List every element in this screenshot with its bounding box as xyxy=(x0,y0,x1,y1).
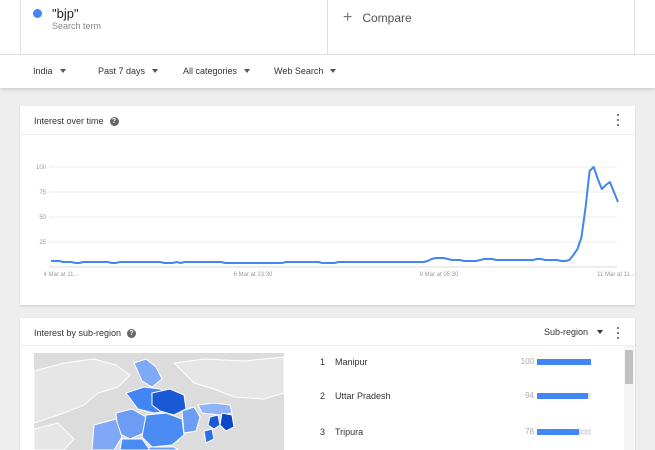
list-item[interactable]: 1 Manipur 100 xyxy=(320,357,620,385)
caret-down-icon xyxy=(330,69,337,73)
list-item[interactable]: 2 Uttar Pradesh 94 xyxy=(320,391,620,419)
compare-label: Compare xyxy=(362,11,412,25)
interest-over-time-header: Interest over time ? xyxy=(34,116,119,126)
region-bar-fill xyxy=(537,393,588,399)
caret-down-icon xyxy=(152,69,159,73)
caret-down-icon xyxy=(59,69,66,73)
plus-icon: + xyxy=(343,9,353,26)
region-filter[interactable]: India xyxy=(33,66,66,76)
time-filter-label: Past 7 days xyxy=(98,66,146,76)
region-bar-fill xyxy=(537,429,580,435)
region-rank: 2 xyxy=(320,391,326,401)
search-term-subtitle: Search term xyxy=(52,21,102,31)
region-bar-track xyxy=(537,429,591,435)
term-color-dot-icon xyxy=(33,9,42,18)
region-name[interactable]: Manipur xyxy=(335,357,368,367)
search-term-chip[interactable]: "bjp" Search term xyxy=(21,0,328,54)
region-rank: 1 xyxy=(320,357,326,367)
category-filter[interactable]: All categories xyxy=(183,66,251,76)
more-vert-icon[interactable] xyxy=(614,114,622,126)
x-tick-label: 6 Mar at 23:30 xyxy=(234,272,273,278)
card-divider xyxy=(20,345,635,346)
series-line[interactable] xyxy=(51,166,619,264)
caret-down-icon xyxy=(244,69,251,73)
india-region-map[interactable] xyxy=(34,353,284,450)
x-tick-label: 4 Mar at 11... xyxy=(44,272,79,278)
search-type-filter[interactable]: Web Search xyxy=(274,66,337,76)
y-tick-label: 75 xyxy=(39,190,46,196)
subregion-resolution-label: Sub-region xyxy=(544,327,589,337)
interest-by-subregion-header: Interest by sub-region ? xyxy=(34,328,137,338)
y-tick-label: 25 xyxy=(39,240,46,246)
filter-bar: India Past 7 days All categories Web Sea… xyxy=(0,54,655,88)
caret-down-icon xyxy=(597,330,604,334)
y-tick-label: 50 xyxy=(39,215,46,221)
region-rank: 3 xyxy=(320,427,326,437)
region-bar-track xyxy=(537,393,591,399)
list-scrollbar-thumb[interactable] xyxy=(625,350,633,384)
term-card: "bjp" Search term + Compare xyxy=(20,0,635,54)
region-bar-track xyxy=(537,359,591,365)
x-tick-label: 9 Mar at 05:30 xyxy=(420,272,459,278)
category-filter-label: All categories xyxy=(183,66,238,76)
region-value: 78 xyxy=(525,427,534,436)
subregion-resolution-select[interactable]: Sub-region xyxy=(544,327,604,337)
search-term-bar: "bjp" Search term + Compare xyxy=(0,0,655,54)
region-filter-label: India xyxy=(33,66,53,76)
time-filter[interactable]: Past 7 days xyxy=(98,66,159,76)
region-value: 100 xyxy=(520,357,534,366)
list-item[interactable]: 3 Tripura 78 xyxy=(320,427,620,450)
interest-over-time-title: Interest over time xyxy=(34,116,104,126)
india-map-svg xyxy=(34,353,284,450)
interest-over-time-card: Interest over time ? 25 50 75 100 4 Mar at 1… xyxy=(20,106,635,305)
y-tick-label: 100 xyxy=(36,165,47,171)
region-name[interactable]: Tripura xyxy=(335,427,363,437)
region-value: 94 xyxy=(525,391,534,400)
search-type-filter-label: Web Search xyxy=(274,66,324,76)
x-tick-label: 11 Mar at 11... xyxy=(597,272,635,278)
search-term-name[interactable]: "bjp" xyxy=(52,6,79,21)
more-vert-icon[interactable] xyxy=(614,327,622,339)
compare-button[interactable]: + Compare xyxy=(343,9,412,26)
region-name[interactable]: Uttar Pradesh xyxy=(335,391,391,401)
help-circle-icon[interactable]: ? xyxy=(127,328,137,338)
region-bar-fill xyxy=(537,359,591,365)
interest-over-time-chart: 25 50 75 100 4 Mar at 11... 6 Mar at 23:30 9 M… xyxy=(36,165,635,278)
help-circle-icon[interactable]: ? xyxy=(109,116,119,126)
interest-by-subregion-title: Interest by sub-region xyxy=(34,328,122,338)
